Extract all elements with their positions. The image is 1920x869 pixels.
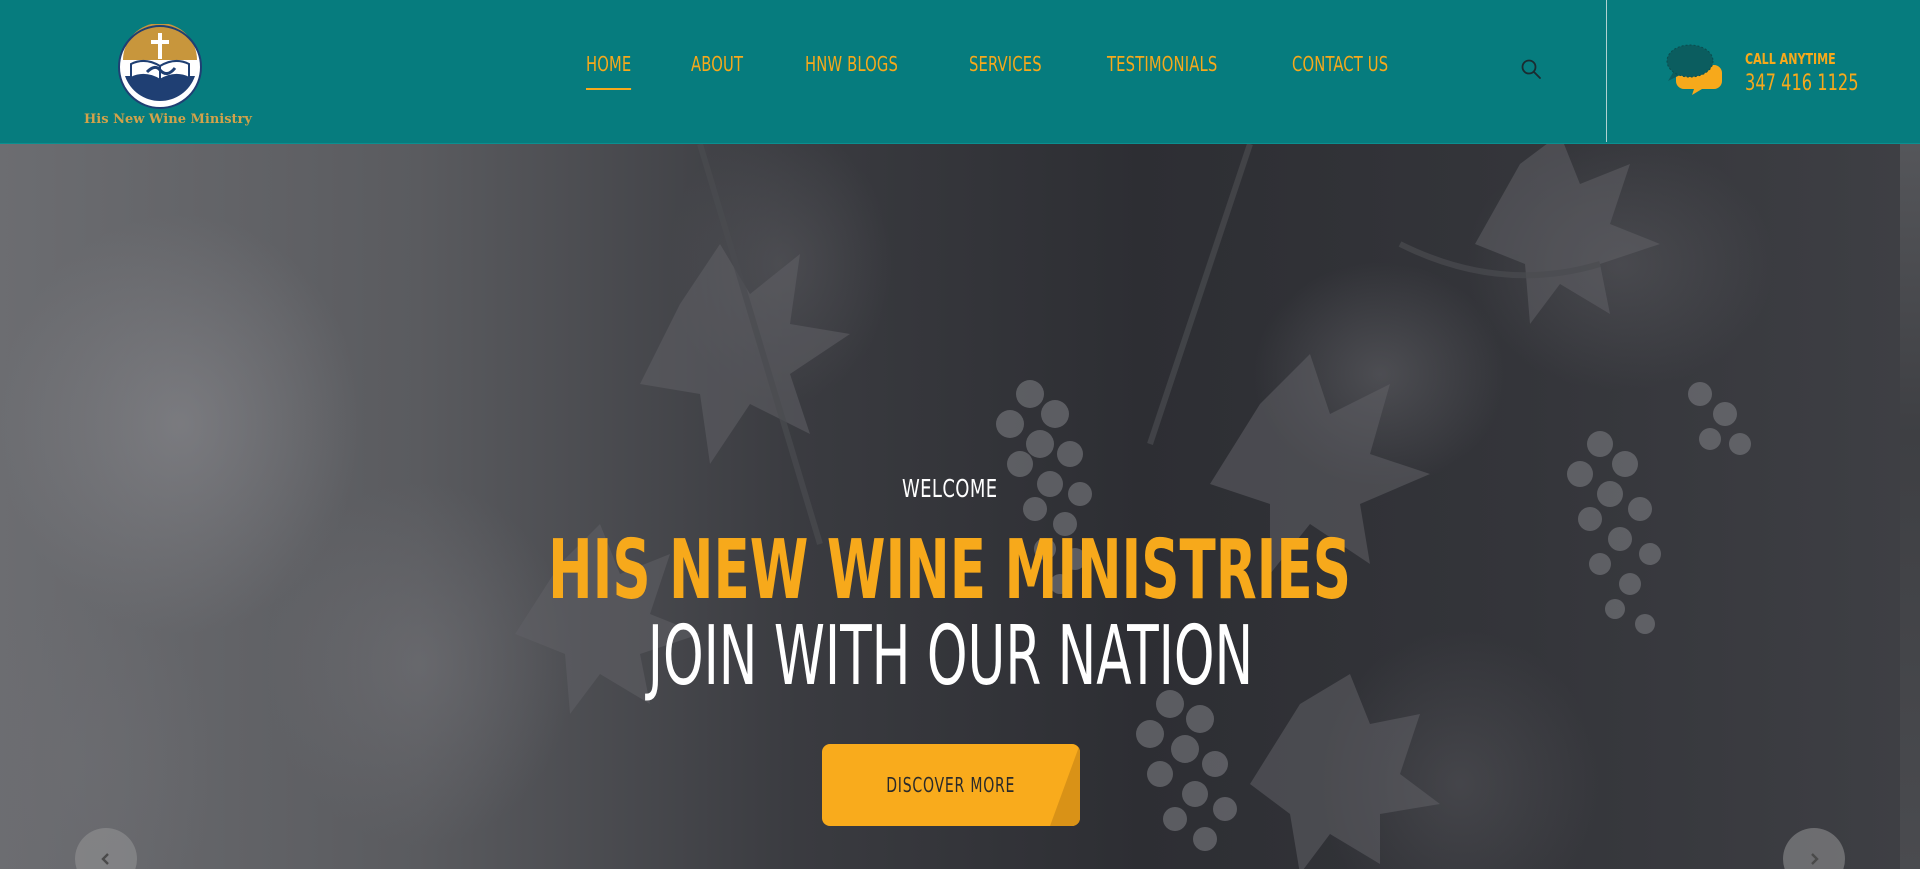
hero-kicker: WELCOME	[902, 474, 998, 503]
next-slide-peek	[1900, 144, 1920, 869]
hero-subtitle: JOIN WITH OUR NATION	[647, 609, 1253, 704]
chevron-right-icon	[1811, 853, 1819, 865]
nav-services[interactable]: SERVICES	[969, 52, 1042, 76]
chevron-left-icon	[101, 853, 109, 865]
call-label: CALL ANYTIME	[1745, 50, 1836, 68]
cta-label: DISCOVER MORE	[886, 773, 1016, 797]
nav-contact-us[interactable]: CONTACT US	[1292, 52, 1388, 76]
hero-title: HIS NEW WINE MINISTRIES	[548, 523, 1352, 618]
discover-more-button[interactable]: DISCOVER MORE	[822, 744, 1080, 826]
nav-about[interactable]: ABOUT	[691, 52, 743, 76]
main-nav: HOME ABOUT HNW BLOGS SERVICES TESTIMONIA…	[586, 52, 1409, 90]
chat-bubbles-icon	[1666, 44, 1722, 95]
header-divider	[1606, 0, 1607, 142]
logo-text: His New Wine Ministry	[84, 112, 252, 127]
logo-icon	[118, 24, 202, 109]
search-icon[interactable]	[1519, 57, 1543, 81]
nav-home[interactable]: HOME	[586, 52, 632, 90]
nav-testimonials[interactable]: TESTIMONIALS	[1107, 52, 1217, 76]
site-logo[interactable]: His New Wine Ministry	[84, 24, 254, 132]
site-header: His New Wine Ministry HOME ABOUT HNW BLO…	[0, 0, 1920, 144]
nav-hnw-blogs[interactable]: HNW BLOGS	[805, 52, 898, 76]
phone-number[interactable]: 347 416 1125	[1745, 71, 1859, 96]
